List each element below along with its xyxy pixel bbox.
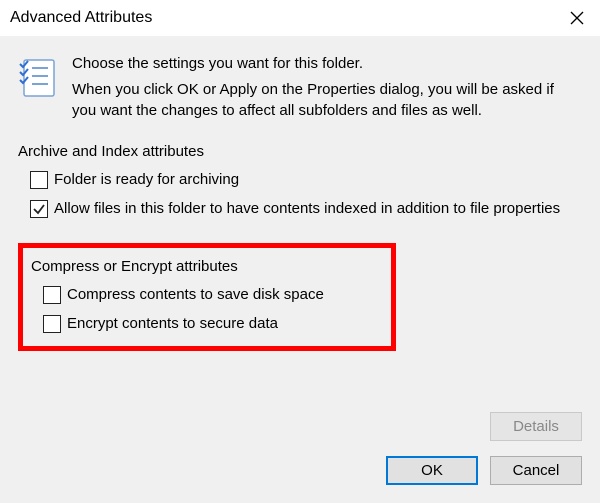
checkbox-ready-archiving[interactable]	[30, 171, 48, 189]
dialog-body: Choose the settings you want for this fo…	[0, 36, 600, 503]
label-ready-archiving: Folder is ready for archiving	[54, 170, 582, 190]
cancel-button[interactable]: Cancel	[490, 456, 582, 485]
intro-lead: Choose the settings you want for this fo…	[72, 54, 582, 74]
details-button: Details	[490, 412, 582, 441]
dialog-footer: OK Cancel	[386, 456, 582, 485]
checkbox-compress[interactable]	[43, 286, 61, 304]
label-encrypt: Encrypt contents to secure data	[67, 314, 383, 334]
details-row: Details	[490, 412, 582, 441]
row-encrypt[interactable]: Encrypt contents to secure data	[43, 314, 383, 334]
label-allow-indexing: Allow files in this folder to have conte…	[54, 199, 582, 219]
group-label-archive: Archive and Index attributes	[18, 143, 582, 160]
row-ready-archiving[interactable]: Folder is ready for archiving	[30, 170, 582, 190]
checkbox-allow-indexing[interactable]	[30, 200, 48, 218]
dialog-title: Advanced Attributes	[10, 9, 152, 27]
ok-button[interactable]: OK	[386, 456, 478, 485]
label-compress: Compress contents to save disk space	[67, 285, 383, 305]
intro-row: Choose the settings you want for this fo…	[18, 54, 582, 121]
checkbox-encrypt[interactable]	[43, 315, 61, 333]
intro-text: Choose the settings you want for this fo…	[72, 54, 582, 121]
close-button[interactable]	[554, 0, 600, 36]
attributes-icon	[18, 56, 58, 121]
group-label-compress: Compress or Encrypt attributes	[31, 258, 383, 275]
intro-body: When you click OK or Apply on the Proper…	[72, 80, 582, 121]
row-compress[interactable]: Compress contents to save disk space	[43, 285, 383, 305]
section-archive: Archive and Index attributes Folder is r…	[18, 143, 582, 219]
titlebar: Advanced Attributes	[0, 0, 600, 36]
row-allow-indexing[interactable]: Allow files in this folder to have conte…	[30, 199, 582, 219]
highlight-compress-encrypt: Compress or Encrypt attributes Compress …	[18, 243, 396, 351]
close-icon	[570, 11, 584, 25]
